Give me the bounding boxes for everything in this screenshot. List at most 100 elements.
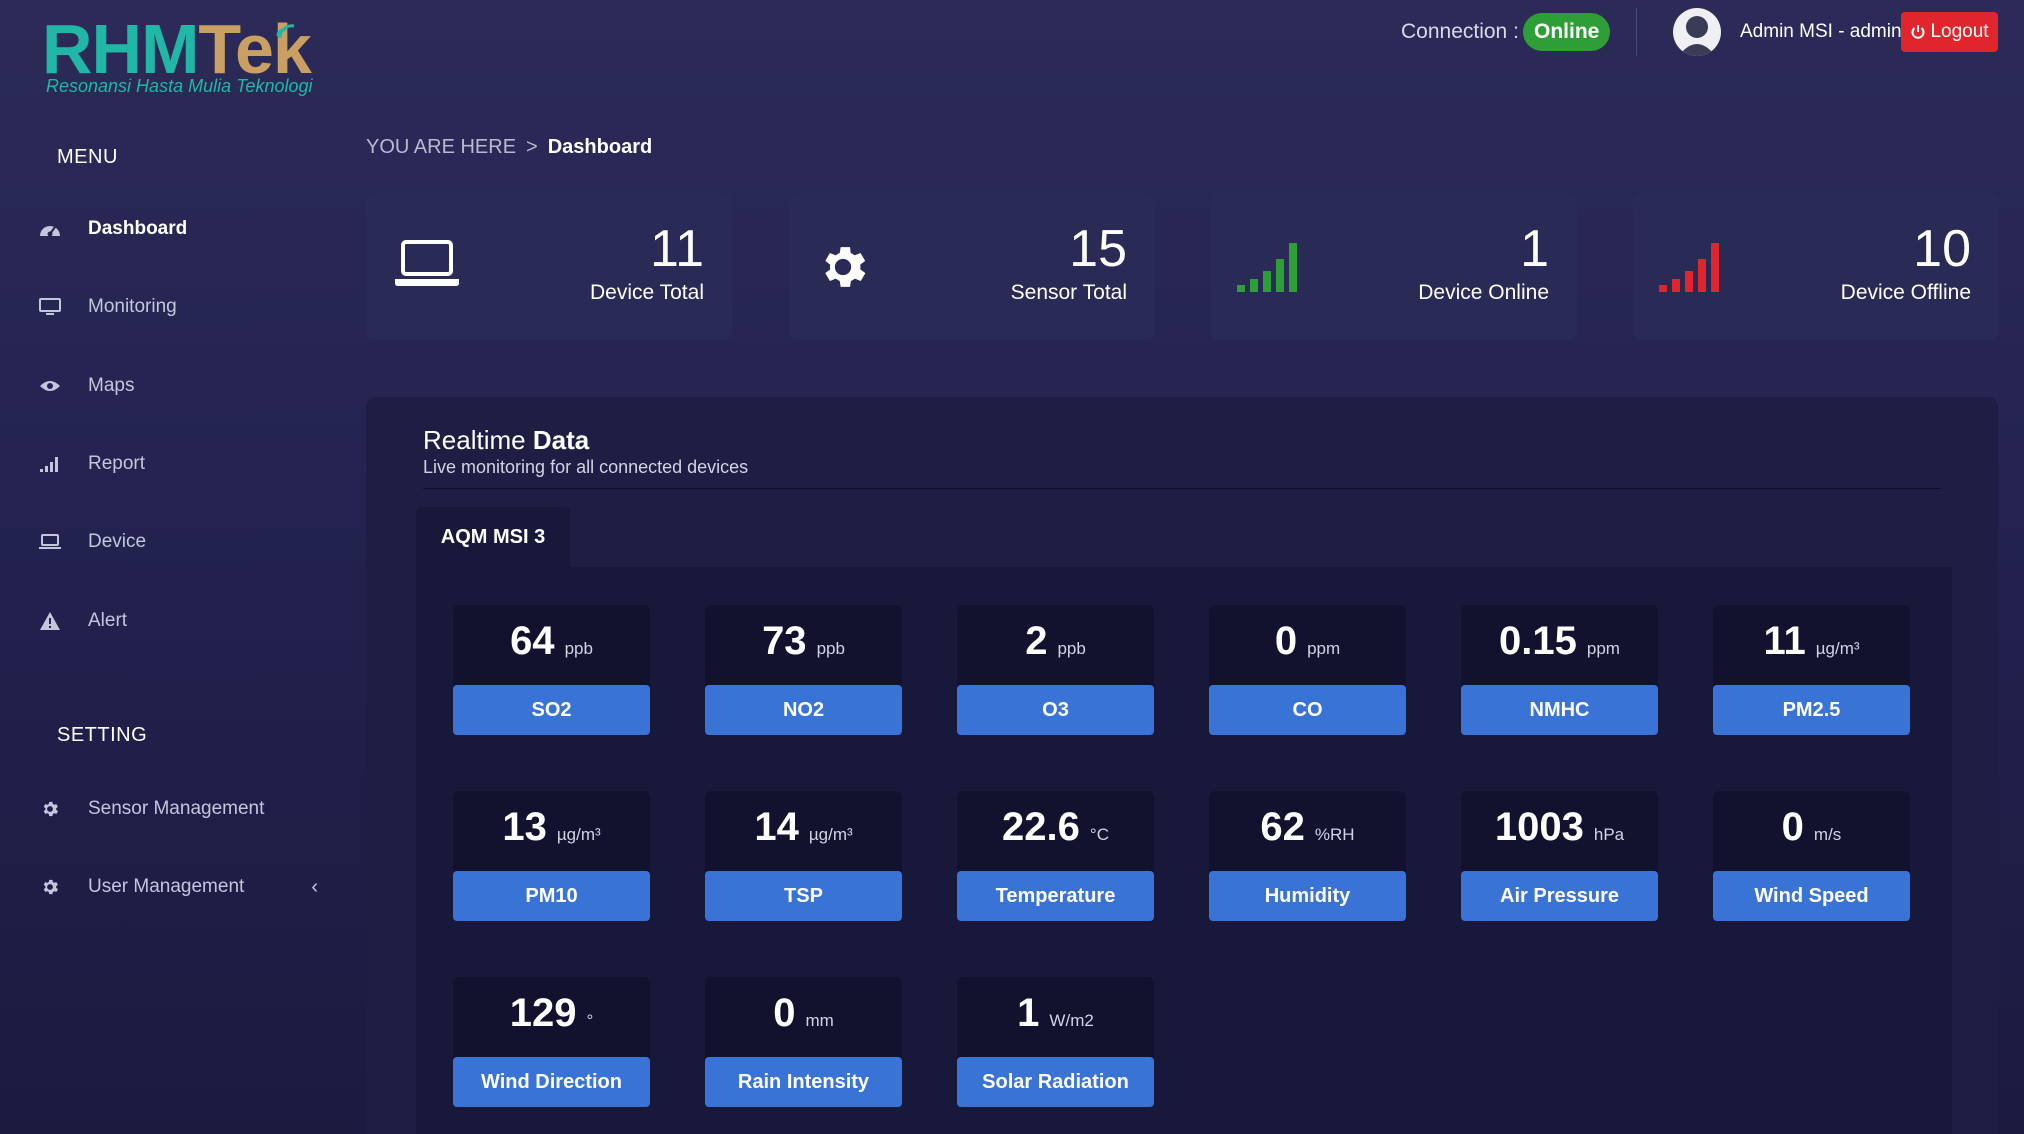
sidebar-item-maps[interactable]: Maps	[38, 366, 318, 406]
sidebar: RHMTek Resonansi Hasta Mulia Teknologi M…	[0, 0, 340, 1134]
sensor-unit: ppb	[1057, 639, 1086, 658]
breadcrumb-prefix: YOU ARE HERE	[366, 136, 517, 158]
sensor-button-so2[interactable]: SO2	[453, 685, 650, 735]
connection-status-badge: Online	[1523, 13, 1611, 51]
sensor-reading: 1003 hPa	[1461, 805, 1658, 855]
sensor-value: 2	[1025, 619, 1048, 663]
stat-value: 1	[1520, 220, 1549, 278]
sensor-tile-tsp: 14 µg/m³ TSP	[705, 791, 902, 921]
sensor-button-o3[interactable]: O3	[957, 685, 1154, 735]
tab-aqm-msi-3[interactable]: AQM MSI 3	[416, 507, 570, 567]
avatar[interactable]	[1673, 8, 1721, 56]
panel-title: Realtime Data	[423, 425, 589, 456]
topbar-divider	[1636, 8, 1637, 56]
sidebar-item-label: Device	[88, 531, 147, 552]
user-name[interactable]: Admin MSI - admin	[1740, 21, 1902, 43]
sensor-unit: m/s	[1813, 825, 1842, 844]
sensor-reading: 1 W/m2	[957, 991, 1154, 1041]
stat-label: Device Offline	[1840, 281, 1971, 304]
rhmtek-logo[interactable]: RHMTek Resonansi Hasta Mulia Teknologi	[42, 14, 322, 98]
sensor-value: 14	[754, 805, 799, 849]
sensor-tile-wind-direction: 129 ° Wind Direction	[453, 977, 650, 1107]
sensor-reading: 22.6 °C	[957, 805, 1154, 855]
sensor-button-no2[interactable]: NO2	[705, 685, 902, 735]
dashboard-icon	[38, 217, 62, 241]
sensor-value: 64	[510, 619, 555, 663]
sensor-value: 1	[1017, 991, 1040, 1035]
signal-bars-icon	[1659, 243, 1719, 292]
sensor-tile-no2: 73 ppb NO2	[705, 605, 902, 735]
sensor-tile-rain-intensity: 0 mm Rain Intensity	[705, 977, 902, 1107]
sensor-value: 0	[1781, 805, 1804, 849]
logout-button[interactable]: Logout	[1901, 12, 1998, 52]
sensor-value: 73	[762, 619, 807, 663]
monitor-icon	[38, 295, 62, 319]
sensor-value: 22.6	[1002, 805, 1080, 849]
sensor-reading: 0.15 ppm	[1461, 619, 1658, 669]
sensor-unit: %RH	[1314, 825, 1355, 844]
setting-heading: SETTING	[57, 724, 148, 746]
sensor-reading: 11 µg/m³	[1713, 619, 1910, 669]
sensor-button-nmhc[interactable]: NMHC	[1461, 685, 1658, 735]
sensor-tile-wind-speed: 0 m/s Wind Speed	[1713, 791, 1910, 921]
sensor-button-air-pressure[interactable]: Air Pressure	[1461, 871, 1658, 921]
breadcrumb: YOU ARE HERE > Dashboard	[366, 136, 652, 159]
panel-subtitle: Live monitoring for all connected device…	[423, 457, 749, 477]
user-silhouette-icon	[1678, 16, 1716, 56]
sensor-button-temperature[interactable]: Temperature	[957, 871, 1154, 921]
sidebar-item-dashboard[interactable]: Dashboard	[38, 209, 318, 249]
stat-card-device-offline: 10 Device Offline	[1633, 193, 1999, 340]
sensor-value: 62	[1260, 805, 1305, 849]
logout-label: Logout	[1930, 21, 1989, 42]
stat-label: Device Online	[1418, 281, 1549, 304]
sensor-unit: mm	[805, 1011, 834, 1030]
sensor-button-pm10[interactable]: PM10	[453, 871, 650, 921]
sidebar-item-device[interactable]: Device	[38, 522, 318, 562]
sensor-reading: 62 %RH	[1209, 805, 1406, 855]
wifi-wave-icon	[276, 24, 295, 39]
sensor-tile-co: 0 ppm CO	[1209, 605, 1406, 735]
sensor-button-wind-speed[interactable]: Wind Speed	[1713, 871, 1910, 921]
sensor-button-solar-radiation[interactable]: Solar Radiation	[957, 1057, 1154, 1107]
warning-icon	[38, 609, 62, 633]
sensor-reading: 14 µg/m³	[705, 805, 902, 855]
sensor-unit: °C	[1089, 825, 1109, 844]
sensor-value: 1003	[1494, 805, 1584, 849]
breadcrumb-current: Dashboard	[547, 136, 653, 158]
stat-card-device-total: 11 Device Total	[366, 193, 732, 340]
sensor-value: 13	[502, 805, 547, 849]
chevron-left-icon[interactable]: ‹	[311, 876, 318, 899]
sensor-button-co[interactable]: CO	[1209, 685, 1406, 735]
sensor-button-rain-intensity[interactable]: Rain Intensity	[705, 1057, 902, 1107]
sensor-button-tsp[interactable]: TSP	[705, 871, 902, 921]
sensor-button-wind-direction[interactable]: Wind Direction	[453, 1057, 650, 1107]
stat-value: 10	[1913, 220, 1971, 278]
stat-card-sensor-total: 15 Sensor Total	[789, 193, 1155, 340]
sensor-unit: °	[586, 1011, 594, 1030]
sensor-tile-nmhc: 0.15 ppm NMHC	[1461, 605, 1658, 735]
stat-value: 11	[650, 220, 704, 278]
connection-label: Connection :	[1401, 20, 1519, 43]
sensor-reading: 0 m/s	[1713, 805, 1910, 855]
sensor-reading: 2 ppb	[957, 619, 1154, 669]
logo-tagline: Resonansi Hasta Mulia Teknologi	[46, 76, 313, 96]
sensor-unit: ppb	[564, 639, 593, 658]
sidebar-item-sensor-management[interactable]: Sensor Management	[38, 789, 318, 829]
sidebar-item-report[interactable]: Report	[38, 444, 318, 484]
breadcrumb-separator: >	[526, 136, 538, 158]
sensor-unit: W/m2	[1049, 1011, 1094, 1030]
sensor-reading: 73 ppb	[705, 619, 902, 669]
sidebar-item-monitoring[interactable]: Monitoring	[38, 287, 318, 327]
sidebar-item-label: Sensor Management	[88, 798, 265, 819]
sensor-value: 0	[1274, 619, 1298, 663]
sensor-tile-pm10: 13 µg/m³ PM10	[453, 791, 650, 921]
sidebar-item-user-management[interactable]: User Management ‹	[38, 867, 318, 907]
sensor-button-humidity[interactable]: Humidity	[1209, 871, 1406, 921]
stat-label: Sensor Total	[1010, 281, 1127, 304]
sidebar-item-label: Monitoring	[88, 296, 177, 317]
power-icon	[1912, 25, 1925, 39]
sensor-button-pm2-5[interactable]: PM2.5	[1713, 685, 1910, 735]
eye-icon	[38, 374, 62, 398]
sidebar-item-alert[interactable]: Alert	[38, 601, 318, 641]
panel-title-light: Realtime	[423, 425, 526, 455]
